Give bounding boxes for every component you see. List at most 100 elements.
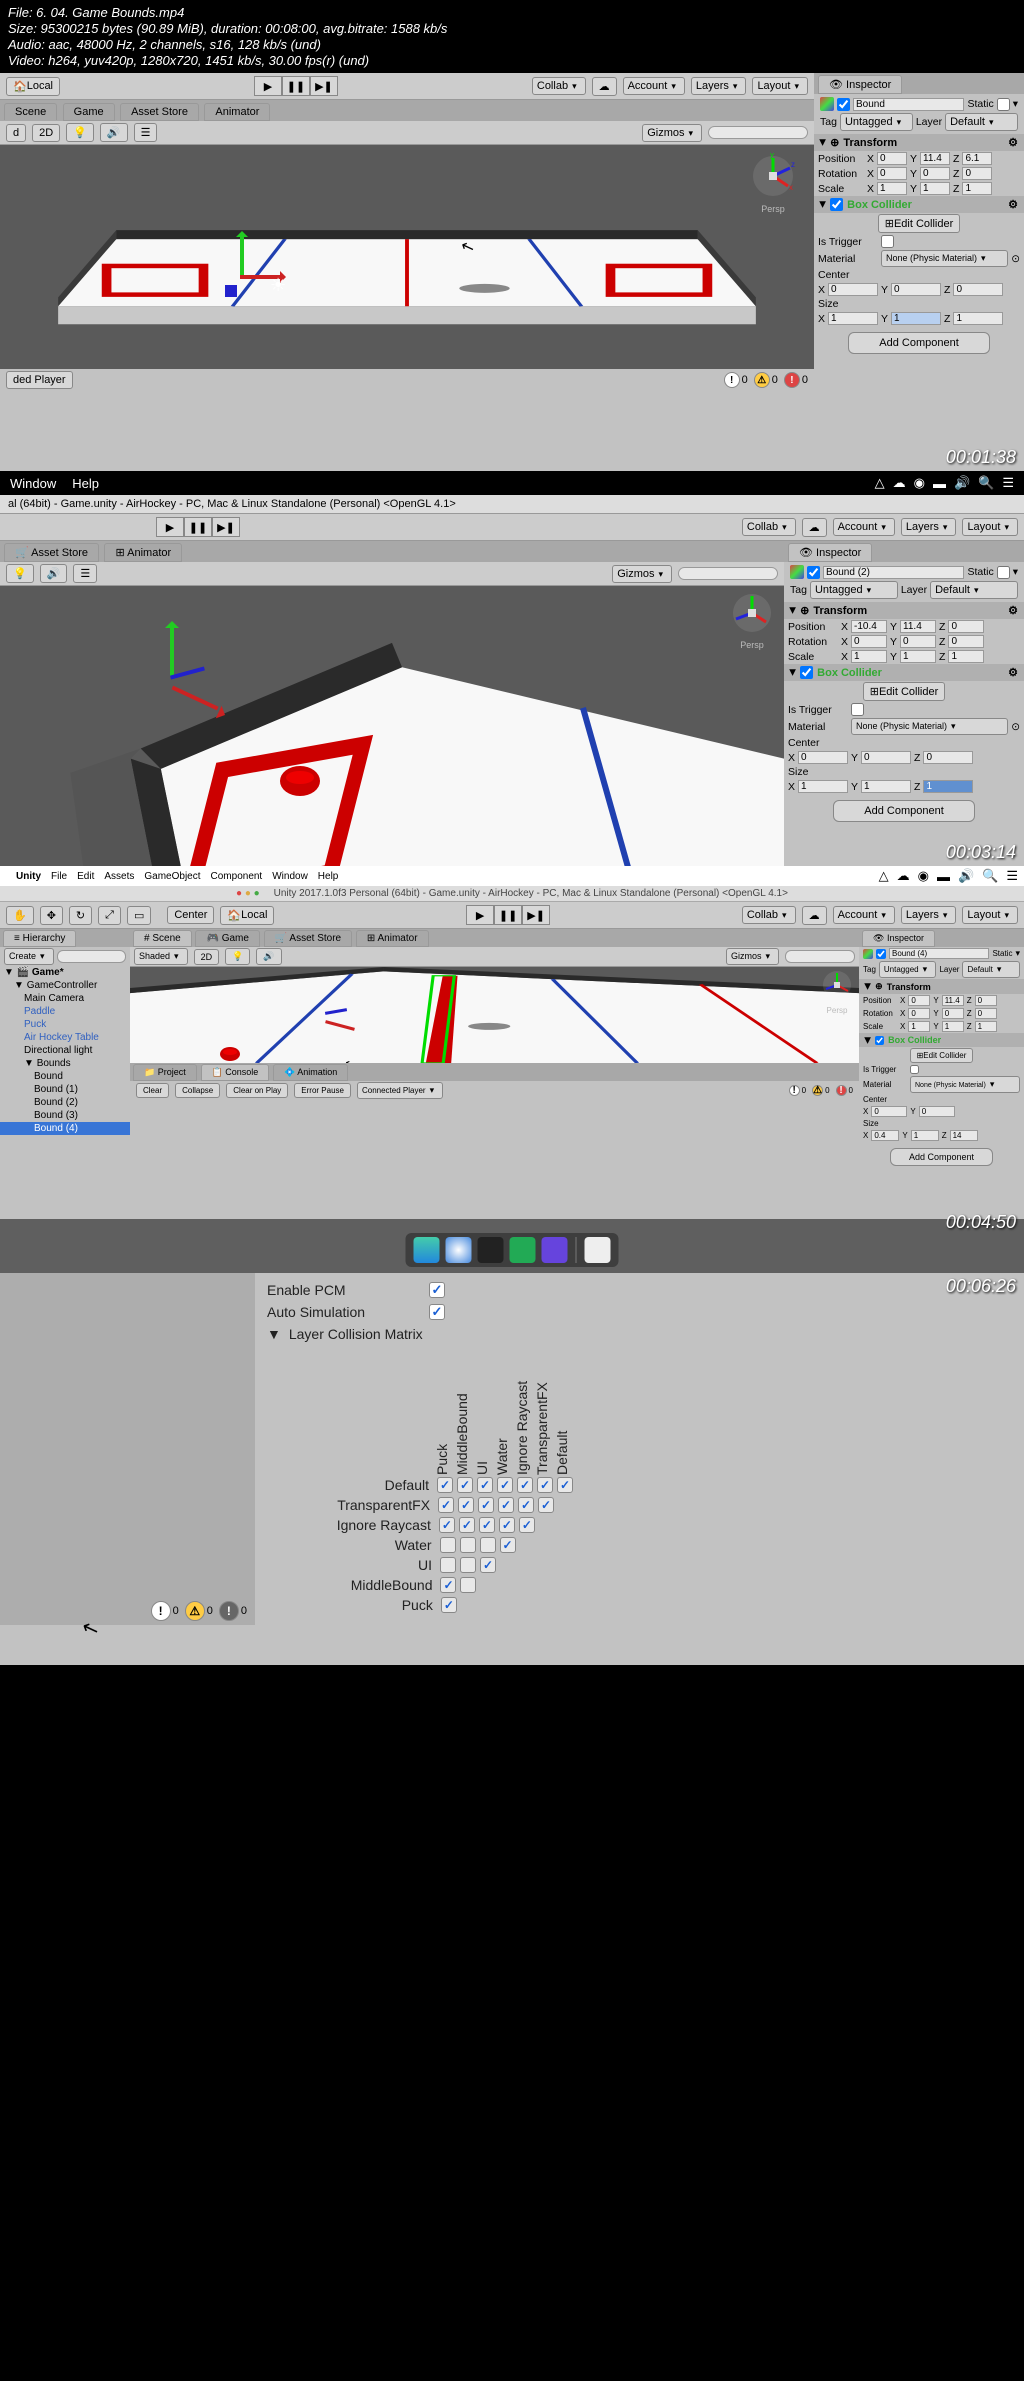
- tab-console[interactable]: 📋 Console: [201, 1064, 270, 1081]
- center-toggle[interactable]: Center: [167, 906, 214, 924]
- step-button[interactable]: ▶❚: [522, 905, 550, 925]
- layers-dropdown[interactable]: Layers: [901, 906, 957, 924]
- hier-paddle[interactable]: Paddle: [0, 1005, 130, 1018]
- siz-z[interactable]: [923, 780, 973, 793]
- matrix-checkbox[interactable]: [460, 1557, 476, 1573]
- play-button[interactable]: ▶: [156, 517, 184, 537]
- hier-bound4[interactable]: Bound (4): [0, 1122, 130, 1135]
- layout-dropdown[interactable]: Layout: [752, 77, 808, 95]
- hier-bounds[interactable]: ▼ Bounds: [0, 1057, 130, 1070]
- tab-game[interactable]: 🎮 Game: [195, 930, 259, 947]
- tag-dropdown[interactable]: Untagged: [840, 113, 913, 131]
- shaded-dropdown[interactable]: Shaded: [134, 948, 188, 965]
- scl-y[interactable]: [920, 182, 950, 195]
- local-toggle[interactable]: 🏠 Local: [6, 77, 60, 96]
- pos-x[interactable]: [877, 152, 907, 165]
- matrix-checkbox[interactable]: ✓: [477, 1477, 493, 1493]
- matrix-checkbox[interactable]: ✓: [440, 1577, 456, 1593]
- tab-asset[interactable]: 🛒 Asset Store: [264, 930, 352, 947]
- twod-toggle[interactable]: d: [6, 124, 26, 142]
- gizmos-dropdown[interactable]: Gizmos: [642, 124, 702, 142]
- ded-player-tab[interactable]: ded Player: [6, 371, 73, 389]
- layer-dropdown[interactable]: Default: [945, 113, 1018, 131]
- app-icon[interactable]: [510, 1237, 536, 1263]
- rot-x[interactable]: [877, 167, 907, 180]
- tab-animator[interactable]: ⊞ Animator: [356, 930, 429, 947]
- rot-x[interactable]: [851, 635, 887, 648]
- collab-dropdown[interactable]: Collab: [742, 906, 796, 924]
- light-toggle[interactable]: 💡: [6, 564, 34, 583]
- siz-x[interactable]: [828, 312, 878, 325]
- matrix-checkbox[interactable]: ✓: [517, 1477, 533, 1493]
- matrix-checkbox[interactable]: ✓: [480, 1557, 496, 1573]
- menu-component[interactable]: Component: [211, 871, 263, 882]
- hier-search[interactable]: [57, 950, 126, 963]
- transform-header[interactable]: ⊕ Transform: [859, 979, 1024, 994]
- static-checkbox[interactable]: [997, 98, 1010, 111]
- cloud-icon[interactable]: ☁: [893, 475, 906, 491]
- menu-unity[interactable]: Unity: [16, 871, 41, 882]
- matrix-checkbox[interactable]: ✓: [479, 1517, 495, 1533]
- layout-dropdown[interactable]: Layout: [962, 518, 1018, 536]
- active-checkbox[interactable]: [807, 566, 820, 579]
- search-field[interactable]: [708, 126, 808, 139]
- matrix-checkbox[interactable]: ✓: [478, 1497, 494, 1513]
- drive-icon[interactable]: △: [879, 868, 889, 884]
- matrix-checkbox[interactable]: ✓: [537, 1477, 553, 1493]
- battery-icon[interactable]: ▬: [937, 869, 950, 884]
- hier-bound[interactable]: Bound: [0, 1070, 130, 1083]
- unity-icon[interactable]: [478, 1237, 504, 1263]
- active-checkbox[interactable]: [837, 98, 850, 111]
- search-icon[interactable]: 🔍: [982, 868, 998, 884]
- scene-view[interactable]: Persp ↖: [130, 967, 859, 1063]
- search-field[interactable]: [678, 567, 778, 580]
- tab-scene[interactable]: Scene: [4, 103, 57, 120]
- step-button[interactable]: ▶❚: [310, 76, 338, 96]
- pos-z[interactable]: [962, 152, 992, 165]
- matrix-checkbox[interactable]: ✓: [557, 1477, 573, 1493]
- matrix-checkbox[interactable]: ✓: [500, 1537, 516, 1553]
- rot-y[interactable]: [900, 635, 936, 648]
- scl-x[interactable]: [877, 182, 907, 195]
- menu-icon[interactable]: ☰: [1002, 475, 1014, 491]
- matrix-checkbox[interactable]: ✓: [457, 1477, 473, 1493]
- gizmos-dropdown[interactable]: Gizmos: [726, 948, 779, 965]
- matrix-checkbox[interactable]: ✓: [439, 1517, 455, 1533]
- connected-player[interactable]: Connected Player: [357, 1082, 443, 1099]
- pause-button[interactable]: ❚❚: [184, 517, 212, 537]
- object-name[interactable]: [889, 948, 989, 959]
- menu-file[interactable]: File: [51, 871, 67, 882]
- matrix-checkbox[interactable]: ✓: [458, 1497, 474, 1513]
- siz-y[interactable]: [861, 780, 911, 793]
- add-component-button[interactable]: Add Component: [890, 1148, 993, 1166]
- static-checkbox[interactable]: [997, 566, 1010, 579]
- rect-tool[interactable]: ▭: [127, 906, 151, 925]
- layer-dropdown[interactable]: Default: [930, 581, 1018, 599]
- matrix-checkbox[interactable]: ✓: [459, 1517, 475, 1533]
- app-icon2[interactable]: [542, 1237, 568, 1263]
- tab-hierarchy[interactable]: ≡ Hierarchy: [3, 930, 76, 947]
- layout-dropdown[interactable]: Layout: [962, 906, 1018, 924]
- hier-light[interactable]: Directional light: [0, 1044, 130, 1057]
- layer-collision-matrix-header[interactable]: ▼ Layer Collision Matrix: [267, 1323, 1012, 1345]
- create-dropdown[interactable]: Create: [4, 948, 54, 965]
- tab-asset[interactable]: Asset Store: [120, 103, 199, 121]
- hier-table[interactable]: Air Hockey Table: [0, 1031, 130, 1044]
- pause-button[interactable]: ❚❚: [494, 905, 522, 925]
- volume-icon[interactable]: 🔊: [958, 868, 974, 884]
- rotate-tool[interactable]: ↻: [69, 906, 92, 925]
- menu-edit[interactable]: Edit: [77, 871, 94, 882]
- tab-project[interactable]: 📁 Project: [133, 1064, 197, 1081]
- menu-window[interactable]: Window: [10, 476, 56, 491]
- hier-bound2[interactable]: Bound (2): [0, 1096, 130, 1109]
- rot-y[interactable]: [920, 167, 950, 180]
- clear-button[interactable]: Clear: [136, 1083, 169, 1098]
- cen-z[interactable]: [923, 751, 973, 764]
- scl-x[interactable]: [851, 650, 887, 663]
- scene-gizmo[interactable]: Persp: [730, 591, 774, 650]
- istrigger-checkbox[interactable]: [851, 703, 864, 716]
- rot-z[interactable]: [948, 635, 984, 648]
- collapse-toggle[interactable]: Collapse: [175, 1083, 220, 1098]
- tab-animation[interactable]: 💠 Animation: [273, 1064, 348, 1081]
- transform-header[interactable]: ⊕ Transform⚙: [814, 134, 1024, 151]
